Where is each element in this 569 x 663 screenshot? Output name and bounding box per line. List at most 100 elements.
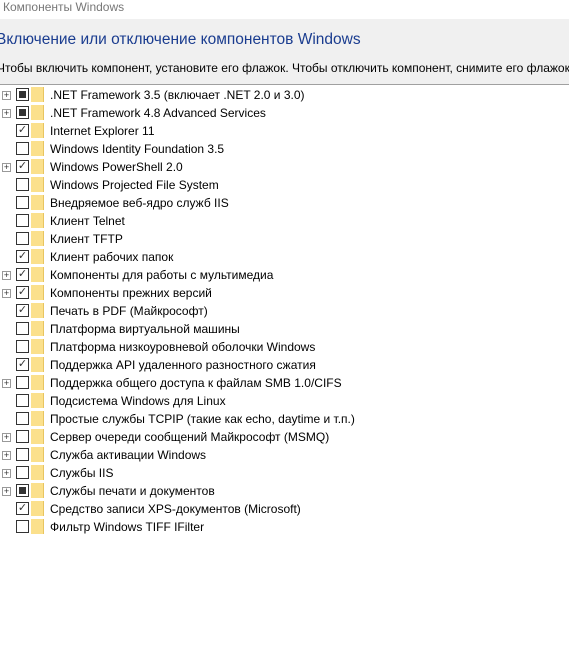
feature-row[interactable]: + .NET Framework 4.8 Advanced Services [0, 104, 569, 122]
feature-checkbox[interactable]: ✓ [16, 160, 29, 173]
feature-checkbox[interactable] [16, 322, 29, 335]
feature-label: Внедряемое веб-ядро служб IIS [50, 196, 229, 210]
window-title: Компоненты Windows [3, 0, 125, 14]
feature-row[interactable]: Клиент Telnet [0, 212, 569, 230]
feature-row[interactable]: Клиент TFTP [0, 230, 569, 248]
feature-label: .NET Framework 3.5 (включает .NET 2.0 и … [50, 88, 305, 102]
feature-row[interactable]: ✓ Клиент рабочих папок [0, 248, 569, 266]
feature-row[interactable]: Платформа виртуальной машины [0, 320, 569, 338]
feature-checkbox[interactable] [16, 88, 29, 101]
title-bar: Компоненты Windows [0, 0, 569, 19]
folder-icon [31, 339, 44, 354]
feature-checkbox[interactable] [16, 376, 29, 389]
feature-checkbox[interactable] [16, 448, 29, 461]
folder-icon [31, 483, 44, 498]
expand-icon[interactable]: + [2, 469, 11, 478]
expand-icon[interactable]: + [2, 109, 11, 118]
feature-checkbox[interactable]: ✓ [16, 286, 29, 299]
feature-checkbox[interactable]: ✓ [16, 304, 29, 317]
feature-label: Компоненты прежних версий [50, 286, 212, 300]
feature-row[interactable]: + ✓ Компоненты для работы с мультимедиа [0, 266, 569, 284]
feature-row[interactable]: + Службы печати и документов [0, 482, 569, 500]
feature-row[interactable]: + Сервер очереди сообщений Майкрософт (MS… [0, 428, 569, 446]
feature-label: Подсистема Windows для Linux [50, 394, 226, 408]
feature-label: Windows Identity Foundation 3.5 [50, 142, 225, 156]
feature-checkbox[interactable] [16, 178, 29, 191]
feature-checkbox[interactable]: ✓ [16, 124, 29, 137]
feature-checkbox[interactable] [16, 484, 29, 497]
feature-row[interactable]: + Службы IIS [0, 464, 569, 482]
feature-label: Компоненты для работы с мультимедиа [50, 268, 274, 282]
page-heading: Включение или отключение компонентов Win… [0, 31, 361, 48]
feature-label: Платформа виртуальной машины [50, 322, 240, 336]
feature-checkbox[interactable] [16, 466, 29, 479]
feature-row[interactable]: Простые службы TCPIP (такие как echo, da… [0, 410, 569, 428]
feature-checkbox[interactable] [16, 520, 29, 533]
feature-tree: + .NET Framework 3.5 (включает .NET 2.0 и… [0, 86, 569, 536]
feature-row[interactable]: + Поддержка общего доступа к файлам SMB 1… [0, 374, 569, 392]
folder-icon [31, 411, 44, 426]
expand-icon[interactable]: + [2, 379, 11, 388]
feature-row[interactable]: ✓ Средство записи XPS-документов (Microso… [0, 500, 569, 518]
feature-checkbox[interactable] [16, 142, 29, 155]
feature-label: Простые службы TCPIP (такие как echo, da… [50, 412, 355, 426]
expand-icon[interactable]: + [2, 433, 11, 442]
folder-icon [31, 321, 44, 336]
folder-icon [31, 213, 44, 228]
folder-icon [31, 357, 44, 372]
feature-checkbox[interactable] [16, 196, 29, 209]
feature-row[interactable]: Windows Projected File System [0, 176, 569, 194]
feature-checkbox[interactable] [16, 430, 29, 443]
feature-label: Windows Projected File System [50, 178, 219, 192]
folder-icon [31, 177, 44, 192]
folder-icon [31, 429, 44, 444]
feature-label: Службы печати и документов [50, 484, 215, 498]
folder-icon [31, 519, 44, 534]
folder-icon [31, 375, 44, 390]
feature-checkbox[interactable] [16, 412, 29, 425]
instruction-text: Чтобы включить компонент, установите его… [0, 61, 569, 75]
feature-row[interactable]: Windows Identity Foundation 3.5 [0, 140, 569, 158]
feature-row[interactable]: + Служба активации Windows [0, 446, 569, 464]
expand-icon[interactable]: + [2, 163, 11, 172]
feature-checkbox[interactable] [16, 340, 29, 353]
folder-icon [31, 159, 44, 174]
feature-row[interactable]: Платформа низкоуровневой оболочки Window… [0, 338, 569, 356]
folder-icon [31, 447, 44, 462]
folder-icon [31, 285, 44, 300]
feature-row[interactable]: Фильтр Windows TIFF IFilter [0, 518, 569, 536]
feature-row[interactable]: + ✓ Компоненты прежних версий [0, 284, 569, 302]
feature-row[interactable]: + ✓ Windows PowerShell 2.0 [0, 158, 569, 176]
feature-label: Служба активации Windows [50, 448, 207, 462]
folder-icon [31, 249, 44, 264]
feature-row[interactable]: Подсистема Windows для Linux [0, 392, 569, 410]
feature-checkbox[interactable]: ✓ [16, 502, 29, 515]
expand-icon[interactable]: + [2, 487, 11, 496]
feature-checkbox[interactable] [16, 106, 29, 119]
folder-icon [31, 141, 44, 156]
expand-icon[interactable]: + [2, 289, 11, 298]
feature-checkbox[interactable] [16, 214, 29, 227]
feature-label: Платформа низкоуровневой оболочки Window… [50, 340, 316, 354]
feature-row[interactable]: Внедряемое веб-ядро служб IIS [0, 194, 569, 212]
folder-icon [31, 465, 44, 480]
folder-icon [31, 501, 44, 516]
feature-checkbox[interactable] [16, 394, 29, 407]
expand-icon[interactable]: + [2, 271, 11, 280]
feature-row[interactable]: ✓ Печать в PDF (Майкрософт) [0, 302, 569, 320]
feature-label: Сервер очереди сообщений Майкрософт (MSM… [50, 430, 330, 444]
feature-row[interactable]: + .NET Framework 3.5 (включает .NET 2.0 и… [0, 86, 569, 104]
feature-row[interactable]: ✓ Поддержка API удаленного разностного сж… [0, 356, 569, 374]
feature-checkbox[interactable] [16, 232, 29, 245]
feature-checkbox[interactable]: ✓ [16, 268, 29, 281]
feature-label: Поддержка API удаленного разностного сжа… [50, 358, 316, 372]
expand-icon[interactable]: + [2, 91, 11, 100]
feature-label: Windows PowerShell 2.0 [50, 160, 183, 174]
folder-icon [31, 393, 44, 408]
feature-checkbox[interactable]: ✓ [16, 250, 29, 263]
feature-label: Поддержка общего доступа к файлам SMB 1.… [50, 376, 342, 390]
feature-checkbox[interactable]: ✓ [16, 358, 29, 371]
feature-label: .NET Framework 4.8 Advanced Services [50, 106, 266, 120]
expand-icon[interactable]: + [2, 451, 11, 460]
feature-row[interactable]: ✓ Internet Explorer 11 [0, 122, 569, 140]
